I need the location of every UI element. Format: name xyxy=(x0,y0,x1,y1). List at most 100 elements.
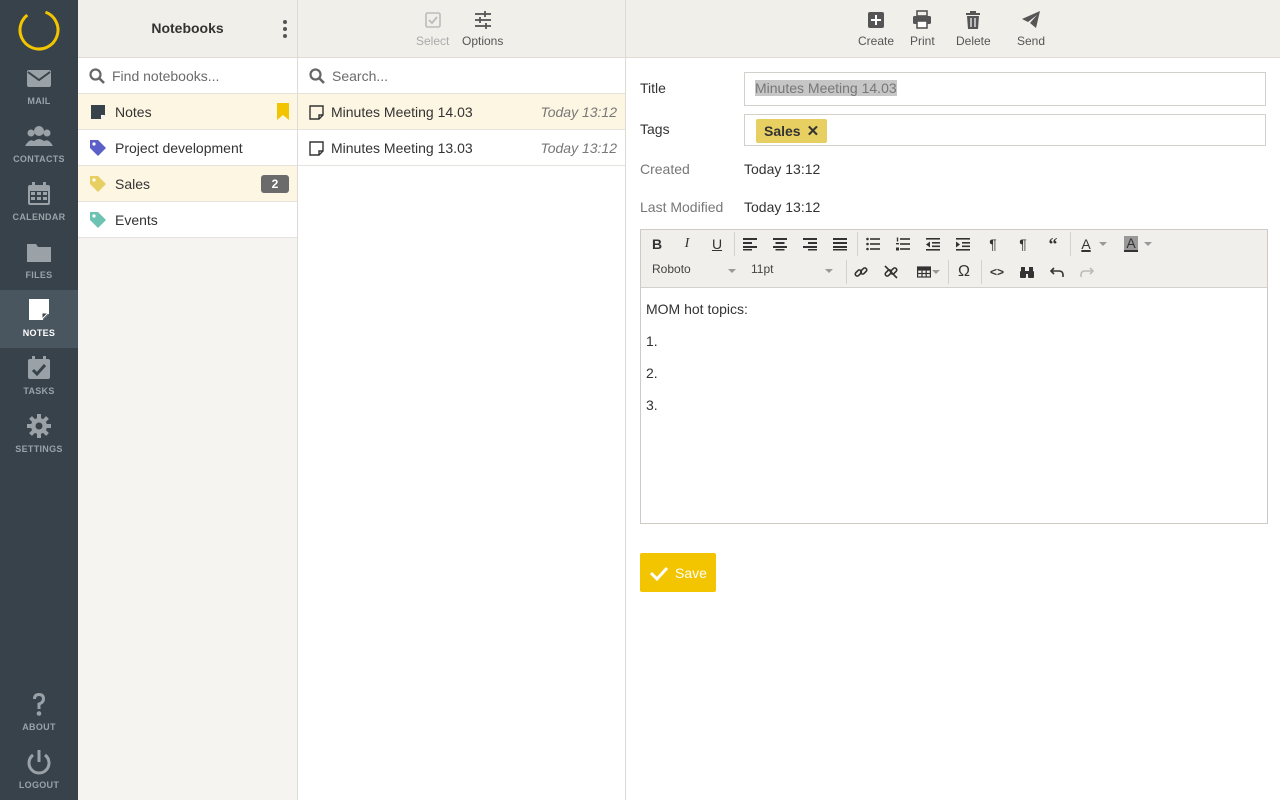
editor-line: 3. xyxy=(646,397,658,413)
checkbox-icon xyxy=(424,12,441,28)
blockquote-icon[interactable]: “ xyxy=(1040,232,1066,256)
nav-logout[interactable]: LOGOUT xyxy=(0,742,78,800)
special-char-icon[interactable]: Ω xyxy=(951,260,977,284)
notes-search-input[interactable] xyxy=(332,64,502,88)
delete-button[interactable]: Delete xyxy=(956,10,991,48)
power-icon xyxy=(27,750,51,775)
unlink-icon[interactable] xyxy=(878,260,904,284)
bookmark-icon[interactable] xyxy=(277,103,289,120)
tags-input[interactable]: Sales ✕ xyxy=(744,114,1266,146)
remove-tag-icon[interactable]: ✕ xyxy=(807,122,820,140)
nav-mail[interactable]: MAIL xyxy=(0,58,78,116)
align-right-icon[interactable] xyxy=(797,232,823,256)
align-justify-icon[interactable] xyxy=(827,232,853,256)
font-family-select[interactable]: Roboto xyxy=(652,262,736,282)
print-button-label: Print xyxy=(910,34,935,48)
nav-tasks[interactable]: TASKS xyxy=(0,348,78,406)
nav-files[interactable]: FILES xyxy=(0,232,78,290)
last-modified-value: Today 13:12 xyxy=(744,199,821,215)
menu-dot xyxy=(283,34,287,39)
nav-settings[interactable]: SETTINGS xyxy=(0,406,78,464)
search-icon xyxy=(89,68,105,84)
note-date: Today 13:12 xyxy=(540,140,617,156)
save-button[interactable]: Save xyxy=(640,553,716,592)
select-button[interactable]: Select xyxy=(416,10,449,48)
notebook-item-notes[interactable]: Notes xyxy=(78,94,297,130)
align-center-icon[interactable] xyxy=(767,232,793,256)
font-size-select[interactable]: 11pt xyxy=(751,262,833,282)
editor-toolbar: B I U ¶ ¶ “ A A Roboto 11pt Ω <> xyxy=(641,230,1267,288)
notebook-count-badge: 2 xyxy=(261,175,289,193)
editor-content[interactable]: MOM hot topics: 1. 2. 3. xyxy=(641,288,1267,444)
bold-icon[interactable]: B xyxy=(644,232,670,256)
created-label: Created xyxy=(640,161,690,177)
options-button[interactable]: Options xyxy=(462,10,503,48)
note-list-item[interactable]: Minutes Meeting 13.03 Today 13:12 xyxy=(298,130,625,166)
print-button[interactable]: Print xyxy=(910,10,935,48)
select-button-label: Select xyxy=(416,34,450,48)
tag-icon xyxy=(90,212,106,228)
indent-icon[interactable] xyxy=(950,232,976,256)
tag-chip-label: Sales xyxy=(764,123,801,139)
question-icon xyxy=(33,693,45,716)
notebooks-title: Notebooks xyxy=(151,20,224,36)
nav-contacts[interactable]: CONTACTS xyxy=(0,116,78,174)
notebook-item-project-development[interactable]: Project development xyxy=(78,130,297,166)
font-size-value: 11pt xyxy=(751,262,774,276)
outdent-icon[interactable] xyxy=(920,232,946,256)
font-family-value: Roboto xyxy=(652,262,691,276)
tag-icon xyxy=(90,140,106,156)
italic-icon[interactable]: I xyxy=(674,232,700,256)
trash-icon xyxy=(966,11,981,29)
redo-icon[interactable] xyxy=(1074,260,1100,284)
tag-icon xyxy=(90,176,106,192)
nav-calendar[interactable]: CALENDAR xyxy=(0,174,78,232)
text-color-dropdown[interactable] xyxy=(1096,232,1110,256)
chevron-down-icon xyxy=(728,269,736,273)
notebooks-header: Notebooks xyxy=(78,0,297,58)
notebook-name: Notes xyxy=(115,104,152,120)
create-button[interactable]: Create xyxy=(858,10,894,48)
align-left-icon[interactable] xyxy=(737,232,763,256)
tag-chip: Sales ✕ xyxy=(756,119,828,143)
app-logo-icon[interactable] xyxy=(18,9,60,51)
title-value: Minutes Meeting 14.03 xyxy=(755,80,897,96)
create-button-label: Create xyxy=(858,34,895,48)
folder-icon xyxy=(27,244,51,262)
note-list-item[interactable]: Minutes Meeting 14.03 Today 13:12 xyxy=(298,94,625,130)
nav-settings-label: SETTINGS xyxy=(15,444,63,454)
notebook-name: Project development xyxy=(115,140,243,156)
send-button[interactable]: Send xyxy=(1017,10,1045,48)
underline-icon[interactable]: U xyxy=(704,232,730,256)
notes-list-panel: Select Options Minutes Meeting 14.03 Tod… xyxy=(298,0,626,800)
background-color-dropdown[interactable] xyxy=(1141,232,1155,256)
note-title: Minutes Meeting 13.03 xyxy=(331,140,473,156)
title-input[interactable]: Minutes Meeting 14.03 xyxy=(744,72,1266,106)
paragraph-rtl-icon[interactable]: ¶ xyxy=(1010,232,1036,256)
send-button-label: Send xyxy=(1017,34,1046,48)
send-icon xyxy=(1022,11,1041,28)
notebook-item-sales[interactable]: Sales 2 xyxy=(78,166,297,202)
nav-contacts-label: CONTACTS xyxy=(13,154,65,164)
bullet-list-icon[interactable] xyxy=(860,232,886,256)
notebook-item-events[interactable]: Events xyxy=(78,202,297,238)
undo-icon[interactable] xyxy=(1044,260,1070,284)
numbered-list-icon[interactable] xyxy=(890,232,916,256)
menu-dot xyxy=(283,19,287,24)
toolbar-separator xyxy=(1070,232,1071,256)
paragraph-ltr-icon[interactable]: ¶ xyxy=(980,232,1006,256)
notebooks-menu-button[interactable] xyxy=(279,18,291,40)
tasks-icon xyxy=(28,356,50,379)
notebooks-search-input[interactable] xyxy=(112,64,282,88)
find-replace-icon[interactable] xyxy=(1014,260,1040,284)
nav-about[interactable]: ABOUT xyxy=(0,684,78,742)
note-title: Minutes Meeting 14.03 xyxy=(331,104,473,120)
table-dropdown[interactable] xyxy=(930,260,942,284)
source-code-icon[interactable]: <> xyxy=(984,260,1010,284)
editor-line: 2. xyxy=(646,365,658,381)
nav-notes[interactable]: NOTES xyxy=(0,290,78,348)
note-icon xyxy=(309,105,324,120)
rich-text-editor: B I U ¶ ¶ “ A A Roboto 11pt Ω <> MOM hot… xyxy=(640,229,1268,524)
mail-icon xyxy=(27,70,51,87)
link-icon[interactable] xyxy=(848,260,874,284)
